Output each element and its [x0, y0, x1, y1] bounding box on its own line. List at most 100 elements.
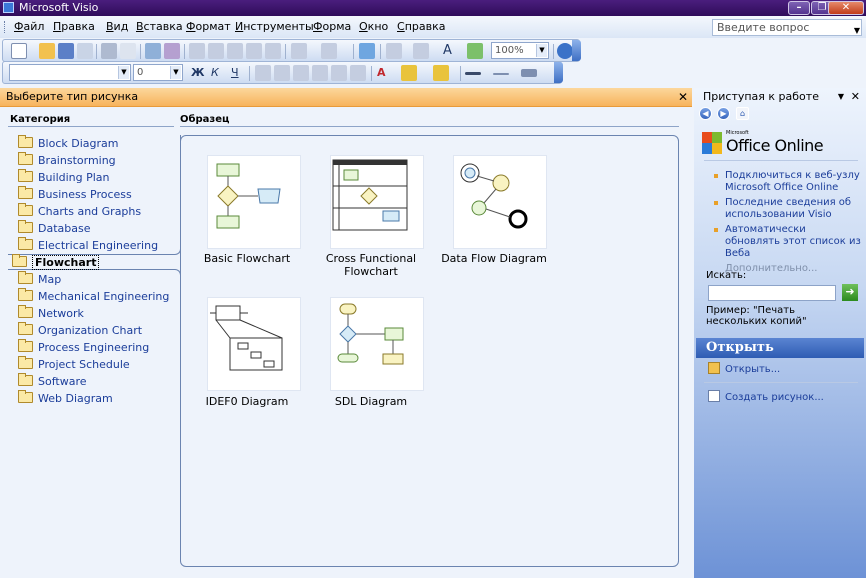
delete-icon[interactable]: [246, 43, 262, 59]
menu-window[interactable]: Окно: [355, 19, 392, 35]
format-painter-icon[interactable]: [265, 43, 281, 59]
new-document-icon[interactable]: [11, 43, 27, 59]
menu-help[interactable]: Справка: [393, 19, 449, 35]
task-link-autoupdate[interactable]: Автоматически обновлять этот список из В…: [702, 224, 862, 260]
toolbar-options-icon[interactable]: [572, 40, 581, 61]
category-item[interactable]: Mechanical Engineering: [18, 288, 169, 305]
redo-icon[interactable]: [321, 43, 337, 59]
cut-icon[interactable]: [189, 43, 205, 59]
task-link-connect[interactable]: Подключиться к веб-узлу Microsoft Office…: [702, 170, 862, 194]
paste-icon[interactable]: [227, 43, 243, 59]
back-icon[interactable]: ◀: [699, 107, 712, 120]
search-go-button[interactable]: ➜: [842, 284, 858, 301]
chevron-down-icon[interactable]: ▼: [838, 88, 844, 106]
sample-thumbnail-basic-flowchart[interactable]: [207, 155, 301, 249]
align-left-icon[interactable]: [255, 65, 271, 81]
menu-tools[interactable]: Инструменты: [231, 19, 318, 35]
underline-button[interactable]: Ч: [231, 65, 239, 81]
line-weight-icon[interactable]: [465, 72, 481, 75]
category-item[interactable]: Block Diagram: [18, 135, 118, 152]
category-item[interactable]: Web Diagram: [18, 390, 113, 407]
bold-button[interactable]: Ж: [191, 65, 204, 81]
research-icon[interactable]: [164, 43, 180, 59]
sample-thumbnail-data-flow[interactable]: [453, 155, 547, 249]
office-online-logo[interactable]: Microsoft Office Online: [702, 130, 862, 158]
minimize-button[interactable]: –: [788, 1, 810, 15]
sample-thumbnail-sdl[interactable]: [330, 297, 424, 391]
category-item[interactable]: Project Schedule: [18, 356, 130, 373]
align-right-icon[interactable]: [293, 65, 309, 81]
category-item[interactable]: Charts and Graphs: [18, 203, 141, 220]
help-question-input[interactable]: Введите вопрос ▼: [712, 19, 862, 36]
chevron-down-icon[interactable]: ▼: [536, 44, 547, 57]
category-item[interactable]: Database: [18, 220, 91, 237]
zoom-combobox[interactable]: 100% ▼: [491, 42, 549, 59]
task-links: Подключиться к веб-узлу Microsoft Office…: [702, 170, 862, 274]
category-label: Charts and Graphs: [38, 205, 142, 218]
align-center-icon[interactable]: [274, 65, 290, 81]
text-tool-icon[interactable]: A: [443, 43, 452, 59]
sample-label: SDL Diagram: [334, 395, 408, 408]
line-color-icon[interactable]: [401, 65, 417, 81]
category-label: Network: [38, 307, 84, 320]
category-item[interactable]: Building Plan: [18, 169, 110, 186]
category-item[interactable]: Organization Chart: [18, 322, 142, 339]
forward-icon[interactable]: ▶: [717, 107, 730, 120]
search-input[interactable]: [708, 285, 836, 301]
shapes-icon[interactable]: [359, 43, 375, 59]
task-link-news[interactable]: Последние сведения об использовании Visi…: [702, 197, 862, 221]
menu-insert[interactable]: Вставка: [132, 19, 187, 35]
line-pattern-icon[interactable]: [493, 73, 509, 75]
create-drawing-link[interactable]: Создать рисунок...: [708, 390, 824, 404]
close-window-button[interactable]: ✕: [828, 1, 864, 15]
folder-icon: [18, 390, 33, 403]
category-label: Software: [38, 375, 87, 388]
open-file-link[interactable]: Открыть...: [708, 362, 780, 376]
decrease-indent-icon[interactable]: [350, 65, 366, 81]
menu-shape[interactable]: Форма: [309, 19, 355, 35]
stencil-icon[interactable]: [467, 43, 483, 59]
permission-icon[interactable]: [77, 43, 93, 59]
menu-view[interactable]: Вид: [102, 19, 132, 35]
category-item[interactable]: Electrical Engineering: [18, 237, 158, 254]
menu-grip[interactable]: [4, 21, 6, 33]
chevron-down-icon[interactable]: ▼: [170, 66, 181, 79]
save-icon[interactable]: [58, 43, 74, 59]
sample-thumbnail-cross-functional[interactable]: [330, 155, 424, 249]
category-item[interactable]: Brainstorming: [18, 152, 116, 169]
close-icon[interactable]: ✕: [678, 88, 688, 106]
connector-tool-icon[interactable]: [413, 43, 429, 59]
close-icon[interactable]: ✕: [851, 88, 860, 106]
category-item[interactable]: Process Engineering: [18, 339, 149, 356]
italic-button[interactable]: К: [211, 65, 219, 81]
line-ends-icon[interactable]: [521, 69, 537, 77]
font-name-combobox[interactable]: ▼: [9, 64, 131, 81]
copy-icon[interactable]: [208, 43, 224, 59]
increase-indent-icon[interactable]: [331, 65, 347, 81]
align-top-icon[interactable]: [312, 65, 328, 81]
print-icon[interactable]: [101, 43, 117, 59]
open-folder-icon[interactable]: [39, 43, 55, 59]
category-item-selected[interactable]: Flowchart: [12, 254, 100, 271]
category-item[interactable]: Network: [18, 305, 84, 322]
sample-thumbnail-idef0[interactable]: [207, 297, 301, 391]
menu-file[interactable]: Файл: [10, 19, 48, 35]
fill-color-icon[interactable]: [433, 65, 449, 81]
pointer-tool-icon[interactable]: [386, 43, 402, 59]
spelling-icon[interactable]: [145, 43, 161, 59]
chevron-down-icon[interactable]: ▼: [854, 23, 860, 38]
visio-app-icon[interactable]: [3, 2, 14, 13]
category-item[interactable]: Software: [18, 373, 87, 390]
chevron-down-icon[interactable]: ▼: [118, 66, 129, 79]
category-item[interactable]: Map: [18, 271, 61, 288]
category-item[interactable]: Business Process: [18, 186, 132, 203]
font-color-icon[interactable]: A: [377, 65, 386, 81]
toolbar-options-icon[interactable]: [554, 62, 563, 83]
font-size-combobox[interactable]: 0 ▼: [133, 64, 183, 81]
undo-icon[interactable]: [291, 43, 307, 59]
home-icon[interactable]: ⌂: [736, 107, 749, 120]
help-icon[interactable]: [557, 43, 573, 59]
menu-edit[interactable]: Правка: [49, 19, 99, 35]
menu-format[interactable]: Формат: [182, 19, 235, 35]
print-preview-icon[interactable]: [120, 43, 136, 59]
